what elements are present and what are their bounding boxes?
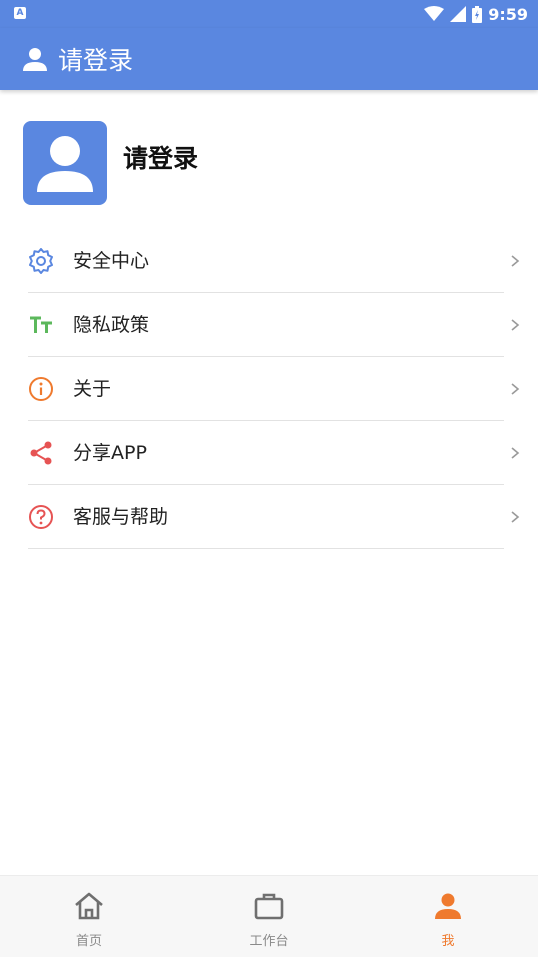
menu-item-share-app[interactable]: 分享APP — [28, 421, 520, 485]
text-size-icon — [30, 316, 52, 333]
chevron-right-icon — [511, 319, 520, 331]
settings-menu: 安全中心 隐私政策 关于 分享APP 客服与帮助 — [28, 229, 523, 549]
notification-a-icon: A — [14, 7, 26, 19]
menu-item-label: 客服与帮助 — [73, 506, 169, 528]
menu-item-label: 安全中心 — [73, 250, 150, 272]
battery-icon — [472, 5, 483, 23]
status-icons: 9:59 — [424, 2, 528, 26]
profile-header[interactable]: 请登录 — [23, 121, 503, 207]
home-icon — [75, 892, 103, 920]
wifi-icon — [424, 6, 445, 21]
menu-item-customer-service-help[interactable]: 客服与帮助 — [28, 485, 520, 549]
menu-item-label: 关于 — [73, 378, 112, 400]
person-icon — [435, 893, 461, 919]
gear-icon — [29, 248, 53, 274]
info-icon — [29, 377, 53, 401]
chevron-right-icon — [511, 383, 520, 395]
avatar[interactable] — [23, 121, 107, 205]
tab-me[interactable]: 我 — [388, 876, 508, 957]
chevron-right-icon — [511, 511, 520, 523]
app-bar: 请登录 — [0, 28, 538, 90]
chevron-right-icon — [511, 255, 520, 267]
tab-label: 首页 — [75, 934, 102, 949]
chevron-right-icon — [511, 447, 520, 459]
menu-item-security-center[interactable]: 安全中心 — [28, 229, 520, 293]
user-icon — [23, 48, 47, 71]
signal-icon — [450, 6, 467, 22]
tab-workbench[interactable]: 工作台 — [209, 876, 329, 957]
login-prompt[interactable]: 请登录 — [123, 139, 198, 175]
tab-label: 工作台 — [249, 934, 289, 949]
menu-item-label: 分享APP — [73, 442, 147, 464]
menu-item-label: 隐私政策 — [73, 314, 150, 336]
menu-item-about[interactable]: 关于 — [28, 357, 520, 421]
tab-label: 我 — [441, 934, 455, 949]
status-time: 9:59 — [488, 4, 528, 24]
page-title: 请登录 — [58, 46, 134, 75]
briefcase-icon — [254, 893, 284, 920]
help-icon — [29, 505, 53, 529]
bottom-navigation: 首页 工作台 我 — [0, 875, 538, 957]
avatar-placeholder-icon — [37, 136, 93, 192]
share-icon — [30, 441, 52, 465]
status-bar: A 9:59 — [0, 0, 538, 28]
menu-item-privacy-policy[interactable]: 隐私政策 — [28, 293, 520, 357]
tab-home[interactable]: 首页 — [29, 876, 149, 957]
